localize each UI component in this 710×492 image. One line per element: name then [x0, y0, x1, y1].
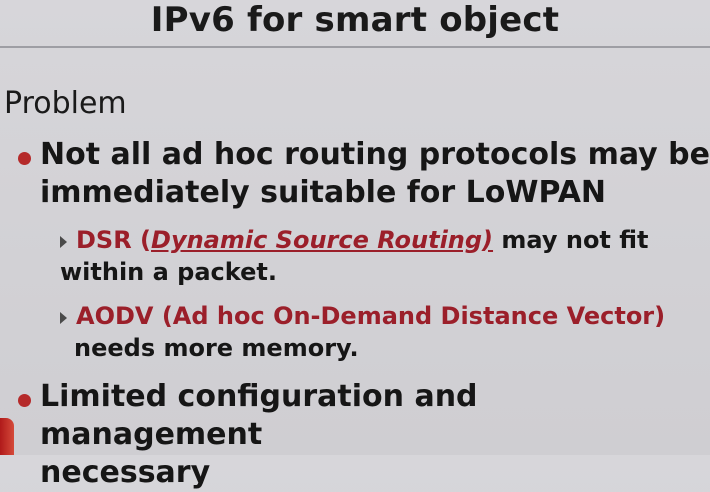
dsr-text: may not fit [501, 226, 649, 254]
triangle-bullet-icon [60, 312, 67, 324]
bullet-text: Limited configuration and management nec… [40, 378, 710, 492]
aodv-term: AODV (Ad hoc On-Demand Distance Vector) [76, 302, 666, 330]
dsr-paren: ( [140, 226, 152, 254]
dsr-term: DSR [76, 226, 132, 254]
slide-title: IPv6 for smart object [150, 0, 560, 40]
section-heading: Problem [4, 86, 127, 121]
bullet-dot-icon [18, 394, 31, 407]
dsr-text-cont: within a packet. [60, 258, 277, 286]
triangle-bullet-icon [60, 236, 67, 248]
red-edge-decoration [0, 418, 14, 455]
bullet-text-line: necessary [40, 455, 211, 490]
aodv-text: needs more memory. [74, 334, 359, 362]
bullet-dot-icon [18, 152, 31, 165]
title-divider [0, 46, 710, 48]
bullet-text-line: Limited configuration and management [40, 379, 478, 452]
bullet-text: Not all ad hoc routing protocols may be … [40, 137, 710, 210]
dsr-expansion-link[interactable]: Dynamic Source Routing) [151, 226, 493, 254]
